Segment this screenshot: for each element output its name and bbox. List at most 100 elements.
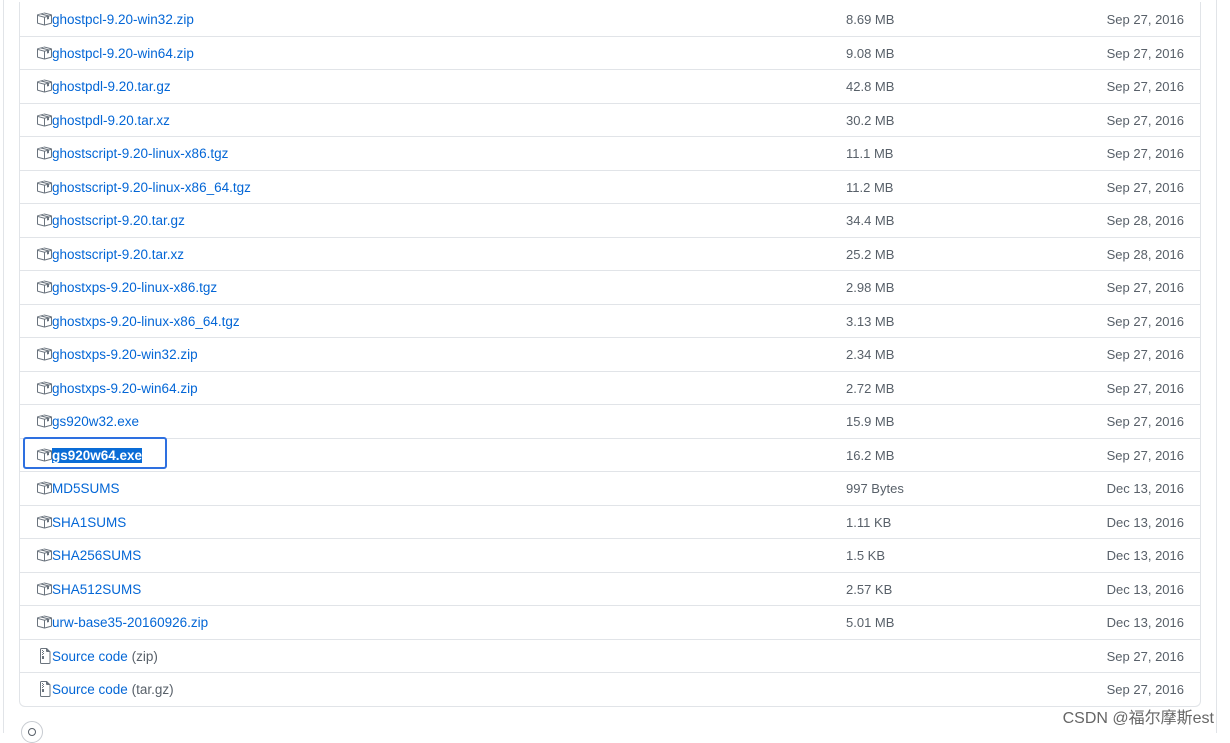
asset-date: Sep 27, 2016 bbox=[1106, 179, 1184, 195]
asset-name: MD5SUMS bbox=[52, 481, 120, 496]
package-icon bbox=[36, 279, 52, 295]
asset-row: SHA256SUMS 1.5 KB Dec 13, 2016 bbox=[20, 539, 1200, 573]
asset-name: ghostxps-9.20-linux-x86.tgz bbox=[52, 280, 218, 295]
asset-download-link[interactable]: gs920w32.exe bbox=[52, 413, 139, 430]
asset-name: SHA1SUMS bbox=[52, 514, 127, 530]
asset-download-link[interactable]: Source code (tar.gz) bbox=[52, 681, 174, 698]
asset-download-link[interactable]: ghostpcl-9.20-win64.zip bbox=[52, 45, 194, 62]
asset-row: urw-base35-20160926.zip 5.01 MB Dec 13, 20… bbox=[20, 606, 1200, 640]
asset-download-link[interactable]: ghostxps-9.20-win64.zip bbox=[52, 380, 198, 397]
package-icon bbox=[36, 313, 52, 329]
asset-name: SHA256SUMS bbox=[52, 548, 142, 563]
asset-download-link[interactable]: Source code (zip) bbox=[52, 648, 158, 665]
asset-date: Sep 27, 2016 bbox=[1106, 12, 1184, 27]
asset-name: gs920w32.exe bbox=[52, 414, 140, 429]
asset-download-link[interactable]: ghostxps-9.20-linux-x86.tgz bbox=[52, 279, 217, 296]
asset-download-link[interactable]: ghostscript-9.20-linux-x86.tgz bbox=[52, 145, 228, 162]
asset-date: Dec 13, 2016 bbox=[1106, 581, 1184, 597]
asset-size: 1.5 KB bbox=[846, 548, 886, 563]
asset-date: Sep 27, 2016 bbox=[1106, 447, 1184, 463]
asset-size: 1.11 KB bbox=[846, 514, 892, 530]
asset-date: Dec 13, 2016 bbox=[1106, 548, 1184, 563]
asset-download-link[interactable]: ghostscript-9.20-linux-x86_64.tgz bbox=[52, 179, 251, 196]
package-icon bbox=[36, 447, 52, 463]
asset-name: urw-base35-20160926.zip bbox=[52, 615, 209, 630]
asset-name: Source code bbox=[52, 648, 128, 664]
asset-size: 11.1 MB bbox=[846, 146, 894, 161]
asset-date: Sep 28, 2016 bbox=[1106, 246, 1184, 262]
asset-size: 16.2 MB bbox=[846, 447, 895, 463]
asset-download-link[interactable]: ghostpdl-9.20.tar.xz bbox=[52, 112, 170, 129]
asset-name: SHA512SUMS bbox=[52, 581, 142, 597]
asset-download-link[interactable]: urw-base35-20160926.zip bbox=[52, 614, 208, 631]
asset-row: ghostxps-9.20-linux-x86_64.tgz 3.13 MB Sep… bbox=[20, 305, 1200, 338]
asset-size: 42.8 MB bbox=[846, 79, 895, 94]
package-icon bbox=[36, 547, 52, 563]
asset-download-link[interactable]: ghostscript-9.20.tar.gz bbox=[52, 212, 185, 229]
asset-row: Source code (zip) Sep 27, 2016 bbox=[20, 640, 1200, 673]
asset-row: ghostscript-9.20.tar.xz 25.2 MB Sep 28, 20… bbox=[20, 238, 1200, 271]
asset-date: Sep 27, 2016 bbox=[1106, 45, 1184, 61]
asset-name: ghostpcl-9.20-win64.zip bbox=[52, 45, 194, 61]
asset-date: Sep 28, 2016 bbox=[1106, 213, 1184, 228]
asset-name: ghostxps-9.20-win64.zip bbox=[52, 380, 198, 396]
asset-name: Source code bbox=[52, 682, 128, 697]
asset-row: ghostxps-9.20-win32.zip 2.34 MB Sep 27, 20… bbox=[20, 338, 1200, 372]
package-icon bbox=[36, 78, 52, 94]
file-zip-icon bbox=[36, 647, 52, 664]
asset-row: ghostscript-9.20-linux-x86.tgz 11.1 MB Sep… bbox=[20, 137, 1200, 171]
asset-download-link[interactable]: SHA256SUMS bbox=[52, 547, 141, 564]
asset-date: Dec 13, 2016 bbox=[1106, 481, 1184, 496]
asset-download-link[interactable]: ghostscript-9.20.tar.xz bbox=[52, 246, 184, 263]
asset-date: Sep 27, 2016 bbox=[1106, 146, 1184, 161]
asset-size: 2.57 KB bbox=[846, 581, 893, 597]
asset-size: 2.34 MB bbox=[846, 347, 895, 362]
package-icon bbox=[36, 112, 52, 128]
asset-name: ghostpcl-9.20-win32.zip bbox=[52, 12, 194, 27]
asset-row: ghostscript-9.20.tar.gz 34.4 MB Sep 28, 20… bbox=[20, 204, 1200, 238]
asset-download-link[interactable]: SHA512SUMS bbox=[52, 581, 141, 598]
asset-size: 2.98 MB bbox=[846, 280, 895, 295]
asset-row: ghostpcl-9.20-win32.zip 8.69 MB Sep 27, 20… bbox=[20, 3, 1200, 37]
asset-name: ghostscript-9.20.tar.xz bbox=[52, 246, 185, 262]
asset-date: Sep 27, 2016 bbox=[1106, 648, 1184, 664]
asset-download-link[interactable]: gs920w64.exe bbox=[52, 447, 143, 464]
asset-name: ghostpdl-9.20.tar.xz bbox=[52, 112, 170, 128]
asset-date: Dec 13, 2016 bbox=[1106, 615, 1184, 630]
asset-row: ghostscript-9.20-linux-x86_64.tgz 11.2 MB… bbox=[20, 171, 1200, 204]
asset-name: ghostscript-9.20-linux-x86_64.tgz bbox=[52, 179, 251, 195]
asset-date: Sep 27, 2016 bbox=[1106, 79, 1184, 94]
asset-row: ghostxps-9.20-win64.zip 2.72 MB Sep 27, 20… bbox=[20, 372, 1200, 405]
asset-name-suffix: (tar.gz) bbox=[131, 682, 174, 697]
asset-download-link[interactable]: ghostxps-9.20-linux-x86_64.tgz bbox=[52, 313, 240, 330]
asset-download-link[interactable]: ghostpcl-9.20-win32.zip bbox=[52, 11, 194, 28]
reaction-icon[interactable] bbox=[21, 721, 43, 743]
package-icon bbox=[36, 614, 52, 630]
package-icon bbox=[36, 179, 52, 195]
asset-date: Sep 27, 2016 bbox=[1106, 380, 1184, 396]
asset-row: ghostpdl-9.20.tar.gz 42.8 MB Sep 27, 2016 bbox=[20, 70, 1200, 104]
asset-name: ghostxps-9.20-linux-x86_64.tgz bbox=[52, 313, 240, 329]
asset-row: gs920w32.exe 15.9 MB Sep 27, 2016 bbox=[20, 405, 1200, 439]
asset-size: 5.01 MB bbox=[846, 615, 895, 630]
asset-row: SHA512SUMS 2.57 KB Dec 13, 2016 bbox=[20, 573, 1200, 606]
asset-name: ghostscript-9.20.tar.gz bbox=[52, 213, 185, 228]
asset-date: Sep 27, 2016 bbox=[1106, 682, 1184, 697]
asset-download-link[interactable]: SHA1SUMS bbox=[52, 514, 126, 531]
package-icon bbox=[36, 480, 52, 496]
asset-date: Sep 27, 2016 bbox=[1106, 313, 1184, 329]
asset-name: gs920w64.exe bbox=[52, 447, 143, 463]
asset-size: 8.69 MB bbox=[846, 12, 895, 27]
package-icon bbox=[36, 380, 52, 396]
asset-size: 2.72 MB bbox=[846, 380, 895, 396]
asset-download-link[interactable]: ghostpdl-9.20.tar.gz bbox=[52, 78, 171, 95]
asset-download-link[interactable]: MD5SUMS bbox=[52, 480, 120, 497]
asset-row: SHA1SUMS 1.11 KB Dec 13, 2016 bbox=[20, 506, 1200, 539]
asset-row: MD5SUMS 997 Bytes Dec 13, 2016 bbox=[20, 472, 1200, 506]
asset-size: 25.2 MB bbox=[846, 246, 895, 262]
asset-download-link[interactable]: ghostxps-9.20-win32.zip bbox=[52, 346, 198, 363]
asset-date: Sep 27, 2016 bbox=[1106, 347, 1184, 362]
asset-row: ghostpdl-9.20.tar.xz 30.2 MB Sep 27, 2016 bbox=[20, 104, 1200, 137]
asset-size: 30.2 MB bbox=[846, 112, 895, 128]
package-icon bbox=[36, 581, 52, 597]
